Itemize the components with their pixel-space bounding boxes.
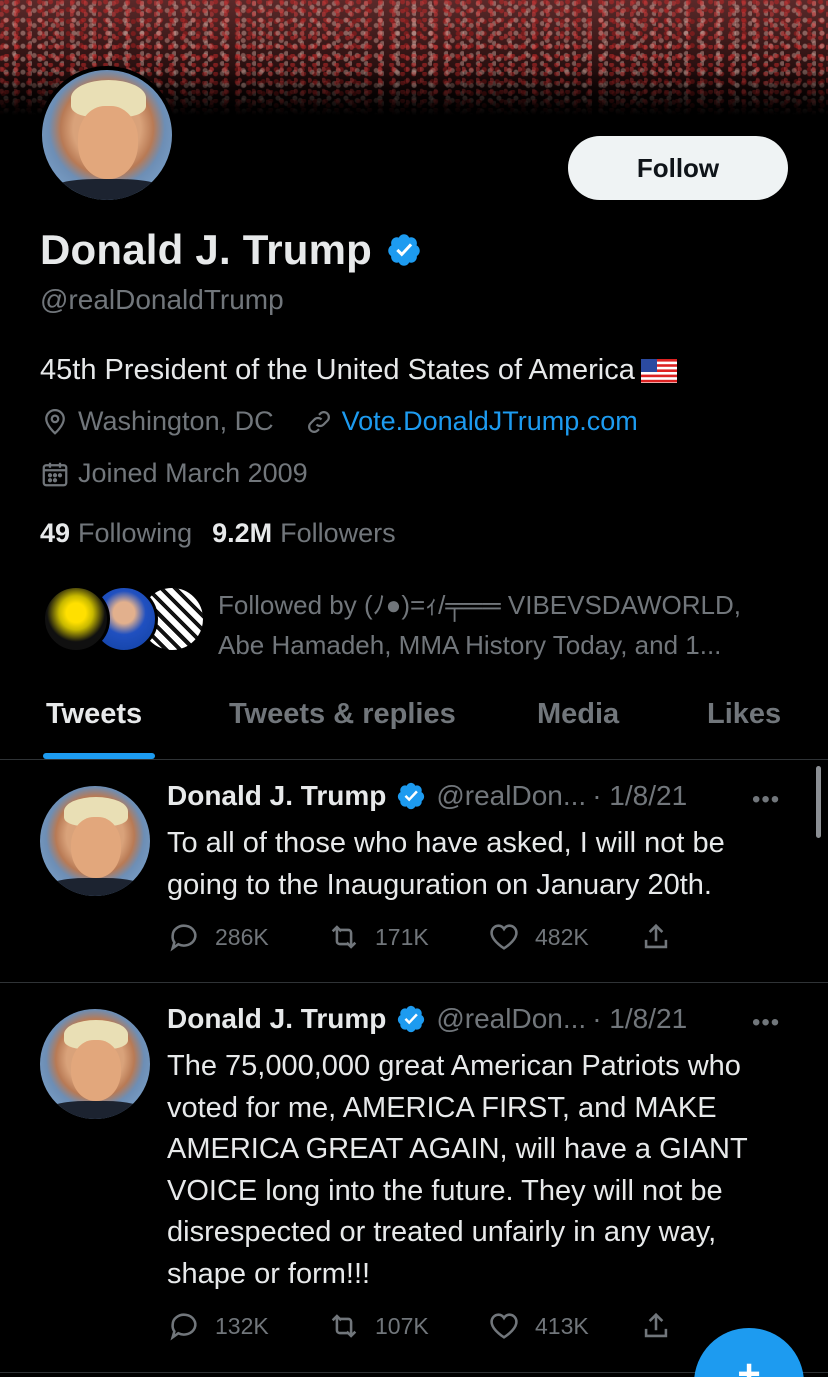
retweet-icon — [331, 925, 357, 949]
verified-icon — [398, 782, 425, 810]
profile-meta-joined: Joined March 2009 — [40, 458, 308, 489]
heart-icon — [490, 1313, 518, 1339]
reply-button[interactable]: 286K — [167, 920, 327, 954]
verified-icon — [398, 1005, 425, 1033]
tweet-header: Donald J. Trump @realDon... · 1/8/21 — [167, 780, 687, 812]
share-button[interactable] — [639, 1309, 687, 1343]
verified-icon — [388, 234, 420, 266]
reply-button[interactable]: 132K — [167, 1309, 327, 1343]
share-icon — [644, 923, 668, 949]
share-button[interactable] — [639, 920, 687, 954]
joined-text: Joined March 2009 — [78, 458, 308, 488]
us-flag-icon — [640, 358, 677, 383]
tab-tweets[interactable]: Tweets — [46, 698, 142, 731]
location-text: Washington, DC — [78, 406, 274, 436]
reply-icon — [170, 1313, 197, 1341]
more-options-icon[interactable]: ••• — [752, 1009, 780, 1037]
tweet-text: The 75,000,000 great American Patriots w… — [167, 1050, 748, 1290]
tweet[interactable]: Donald J. Trump @realDon... · 1/8/21 •••… — [0, 760, 828, 983]
tweet-header: Donald J. Trump @realDon... · 1/8/21 — [167, 1003, 687, 1035]
bio-text: 45th President of the United States of A… — [40, 354, 635, 386]
followed-by-text: Followed by (ﾉ●)=ｨ/╤══ VIBEVSDAWORLD, Ab… — [218, 590, 741, 660]
profile-handle: @realDonaldTrump — [40, 284, 284, 315]
tweet-date[interactable]: · 1/8/21 — [592, 780, 687, 812]
retweet-button[interactable]: 171K — [327, 920, 487, 954]
like-button[interactable]: 482K — [487, 920, 639, 954]
calendar-icon — [42, 462, 68, 486]
tweet-avatar[interactable] — [40, 786, 150, 896]
follow-counts: 49 Following 9.2M Followers — [40, 518, 396, 549]
tweet-text: To all of those who have asked, I will n… — [167, 827, 725, 901]
heart-icon — [490, 924, 518, 950]
display-name: Donald J. Trump — [40, 226, 373, 273]
profile-meta-location-website: Washington, DC Vote.DonaldJTrump.com — [40, 406, 638, 437]
tweet[interactable]: Donald J. Trump @realDon... · 1/8/21 •••… — [0, 983, 828, 1373]
profile-tabs: Tweets Tweets & replies Media Likes — [0, 690, 828, 760]
website-link[interactable]: Vote.DonaldJTrump.com — [342, 406, 638, 437]
follower-avatar — [42, 585, 110, 653]
tweet-actions: 286K 171K 482K — [167, 920, 687, 954]
tweet-author-name[interactable]: Donald J. Trump — [167, 780, 386, 812]
reply-icon — [170, 924, 197, 952]
link-icon — [307, 410, 330, 433]
tab-media[interactable]: Media — [537, 698, 619, 731]
following-link[interactable]: 49 Following — [40, 518, 192, 549]
share-icon — [644, 1312, 668, 1338]
tweet-date[interactable]: · 1/8/21 — [592, 1003, 687, 1035]
profile-name-row: Donald J. Trump — [40, 226, 422, 274]
location-icon — [45, 408, 65, 435]
followers-link[interactable]: 9.2M Followers — [212, 518, 396, 549]
followed-by-section[interactable]: Followed by (ﾉ●)=ｨ/╤══ VIBEVSDAWORLD, Ab… — [42, 585, 778, 665]
tweet-actions: 132K 107K 413K — [167, 1309, 687, 1343]
tweet-avatar[interactable] — [40, 1009, 150, 1119]
scrollbar[interactable] — [816, 766, 821, 838]
tweet-author-name[interactable]: Donald J. Trump — [167, 1003, 386, 1035]
profile-avatar[interactable] — [38, 66, 176, 204]
followed-by-avatars — [42, 585, 206, 655]
tab-tweets-replies[interactable]: Tweets & replies — [229, 698, 456, 731]
retweet-button[interactable]: 107K — [327, 1309, 487, 1343]
profile-bio: 45th President of the United States of A… — [40, 354, 677, 387]
active-tab-indicator — [43, 753, 155, 759]
tweet-author-handle[interactable]: @realDon... — [436, 780, 586, 812]
tweet-author-handle[interactable]: @realDon... — [436, 1003, 586, 1035]
follow-button[interactable]: Follow — [568, 136, 788, 200]
more-options-icon[interactable]: ••• — [752, 786, 780, 814]
tab-likes[interactable]: Likes — [707, 698, 781, 731]
like-button[interactable]: 413K — [487, 1309, 639, 1343]
retweet-icon — [331, 1314, 357, 1338]
